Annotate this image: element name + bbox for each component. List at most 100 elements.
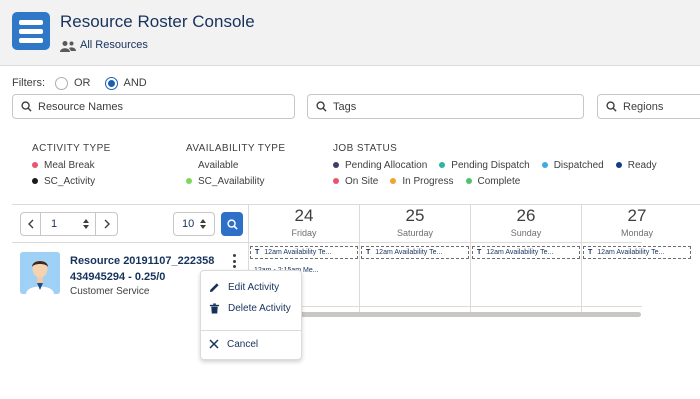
regions-placeholder: Regions <box>623 100 664 113</box>
day-name: Sunday <box>510 228 542 238</box>
tags-search[interactable]: Tags <box>307 94 584 119</box>
day-number: 26 <box>516 206 536 225</box>
day-header: 26 Sunday <box>471 206 581 238</box>
or-label: OR <box>74 77 91 89</box>
resource-name[interactable]: Resource 20191107_222358 434945294 - 0.2… <box>70 253 214 285</box>
roster-app-icon <box>12 12 50 50</box>
availability-type-heading: AVAILABILITY TYPE <box>186 143 286 154</box>
list-view-name: All Resources <box>80 39 148 51</box>
day-name: Friday <box>291 228 317 238</box>
edit-activity-label: Edit Activity <box>228 281 280 293</box>
activity-prefix: T <box>255 249 260 256</box>
next-page-button[interactable] <box>95 213 117 235</box>
activity-prefix: T <box>588 249 593 256</box>
prev-page-button[interactable] <box>21 213 41 235</box>
status-dot <box>32 162 38 168</box>
cancel-menu-item[interactable]: Cancel <box>201 334 301 354</box>
page-header: Resource Roster Console All Resources <box>0 0 700 66</box>
activity-block[interactable]: T 12am Availability Te... <box>361 246 469 259</box>
chevron-right-icon <box>104 219 110 229</box>
activity-context-menu: Edit Activity Delete Activity Cancel <box>200 270 302 360</box>
delete-activity-menu-item[interactable]: Delete Activity <box>201 298 301 318</box>
legend-item: SC_Availability <box>186 173 285 189</box>
day-header: 24 Friday <box>249 206 359 238</box>
activity-text: 12am Availability Te... <box>264 249 332 256</box>
day-header: 27 Monday <box>582 206 692 238</box>
status-dot <box>439 162 446 168</box>
legend-item: Pending Allocation <box>333 160 427 171</box>
more-actions-icon[interactable] <box>231 254 237 268</box>
day-number: 24 <box>294 206 314 225</box>
chevron-left-icon <box>27 219 33 229</box>
resource-names-search[interactable]: Resource Names <box>12 94 295 119</box>
legend-item: Available <box>186 157 285 173</box>
search-button[interactable] <box>221 212 243 236</box>
legend-item: SC_Activity <box>32 173 111 189</box>
job-status-heading: JOB STATUS <box>333 143 398 154</box>
edit-activity-menu-item[interactable]: Edit Activity <box>201 277 301 297</box>
status-dot <box>333 178 339 184</box>
horizontal-scrollbar[interactable] <box>245 312 641 317</box>
trash-icon <box>209 302 220 314</box>
legend-item: Ready <box>615 159 657 171</box>
activity-prefix: T <box>366 249 371 256</box>
menu-divider <box>201 330 301 331</box>
legend-label: In Progress <box>402 175 454 187</box>
legend-label: SC_Availability <box>198 175 265 187</box>
legend-label: On Site <box>345 175 379 187</box>
status-dot <box>186 178 192 184</box>
and-label: AND <box>123 77 147 89</box>
legend-label: Pending Allocation <box>345 159 428 171</box>
day-name: Monday <box>620 228 654 238</box>
people-icon <box>60 41 76 52</box>
legend-item: On Site <box>333 176 378 187</box>
status-dot <box>333 162 339 168</box>
status-dot <box>390 178 397 184</box>
page-stepper-icon[interactable] <box>77 219 95 229</box>
availability-type-legend: AVAILABILITY TYPE Available SC_Availabil… <box>186 143 285 189</box>
resource-name-line-1: Resource 20191107_222358 <box>70 255 215 267</box>
page-size-select[interactable]: 10 <box>173 212 215 236</box>
legend-label: Dispatched <box>553 159 604 171</box>
activity-prefix: T <box>477 249 482 256</box>
pencil-icon <box>209 282 219 292</box>
page-size-value: 10 <box>182 218 195 230</box>
resource-team: Customer Service <box>70 286 150 297</box>
grid-row-divider <box>248 306 642 307</box>
status-dot <box>615 162 622 168</box>
job-status-legend: JOB STATUS Pending Allocation Pending Di… <box>333 143 657 189</box>
legend-label: SC_Activity <box>44 175 96 187</box>
filters-row: Filters: OR AND <box>12 76 147 90</box>
page-navigator: 1 <box>20 212 118 236</box>
activity-text: 12am Availability Te... <box>486 249 554 256</box>
legend-label: Available <box>198 159 239 171</box>
activity-text: 12am Availability Te... <box>597 249 665 256</box>
and-radio[interactable] <box>104 76 118 90</box>
page-number[interactable]: 1 <box>41 218 77 230</box>
status-dot <box>541 162 548 168</box>
activity-block[interactable]: T 12am Availability Te... <box>472 246 580 259</box>
activity-text: 12am Availability Te... <box>375 249 443 256</box>
search-icon <box>316 101 327 112</box>
activity-block[interactable]: T 12am Availability Te... <box>583 246 691 259</box>
grid-row-divider <box>12 242 642 243</box>
activity-block[interactable]: T 12am Availability Te... <box>250 246 358 259</box>
day-header: 25 Saturday <box>360 206 470 238</box>
regions-search[interactable]: Regions <box>597 94 700 119</box>
resource-names-placeholder: Resource Names <box>38 100 123 113</box>
or-radio[interactable] <box>55 76 68 90</box>
search-icon <box>21 101 32 112</box>
legend-label: Ready <box>627 159 657 171</box>
job-status-row: Pending Allocation Pending Dispatch Disp… <box>333 157 657 173</box>
grid-top-border <box>12 204 700 205</box>
avatar <box>20 252 60 294</box>
page-size-stepper-icon[interactable] <box>200 219 206 229</box>
close-icon <box>209 339 219 349</box>
page-title: Resource Roster Console <box>60 12 255 31</box>
status-dot <box>32 178 38 184</box>
tags-placeholder: Tags <box>333 100 357 113</box>
legend-label: Complete <box>477 175 521 187</box>
job-status-row: On Site In Progress Complete <box>333 173 657 189</box>
delete-activity-label: Delete Activity <box>228 302 291 314</box>
day-name: Saturday <box>396 228 434 238</box>
